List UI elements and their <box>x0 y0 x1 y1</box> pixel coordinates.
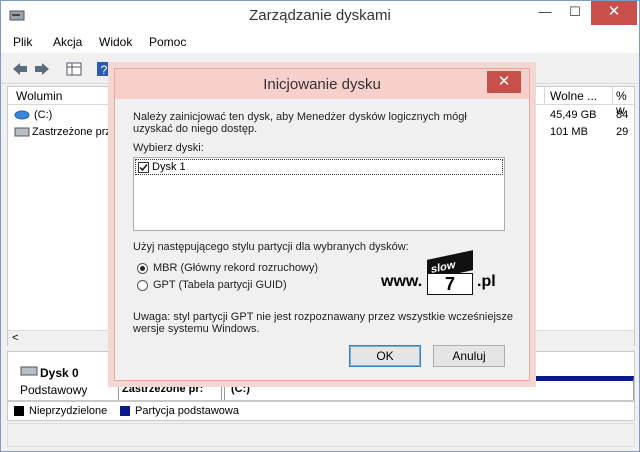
minimize-button[interactable]: — <box>531 1 559 25</box>
menu-akcja[interactable]: Akcja <box>53 35 82 49</box>
menu-plik[interactable]: Plik <box>13 35 32 49</box>
gpt-label[interactable]: GPT (Tabela partycji GUID) <box>153 279 287 292</box>
help-icon[interactable]: ? <box>95 60 113 78</box>
ok-button[interactable]: OK <box>349 345 421 367</box>
column-wolumin[interactable]: Wolumin <box>16 89 62 103</box>
scroll-left-button[interactable]: < <box>12 332 18 344</box>
gpt-radio[interactable] <box>137 280 148 291</box>
close-button[interactable]: ✕ <box>591 1 637 25</box>
status-bar <box>7 423 635 447</box>
volume-name: (C:) <box>34 109 53 121</box>
partition-style-label: Użyj następującego stylu partycji dla wy… <box>133 241 409 253</box>
watermark-badge-number: 7 <box>427 273 473 295</box>
disk-item-label: Dysk 1 <box>152 161 186 173</box>
column-wolne[interactable]: Wolne ... <box>550 89 597 103</box>
legend-unallocated-label: Nieprzydzielone <box>29 405 108 417</box>
menu-pomoc[interactable]: Pomoc <box>149 35 186 49</box>
disk-icon <box>20 366 38 376</box>
back-arrow-icon[interactable] <box>11 60 29 78</box>
mbr-label[interactable]: MBR (Główny rekord rozruchowy) <box>153 262 318 275</box>
watermark-suffix: .pl <box>477 273 496 290</box>
menu-widok[interactable]: Widok <box>99 35 132 49</box>
maximize-button[interactable]: ☐ <box>561 1 589 25</box>
volume-percent: 29 <box>616 126 629 138</box>
volume-free: 101 MB <box>550 126 588 138</box>
gpt-note-line2: wersje systemu Windows. <box>133 323 260 335</box>
select-disks-label: Wybierz dyski: <box>133 142 204 154</box>
forward-arrow-icon[interactable] <box>33 60 51 78</box>
volume-drive-icon <box>14 110 30 120</box>
cancel-button[interactable]: Anuluj <box>433 345 505 367</box>
partition-reserved-label: Zastrzeżone pr: <box>122 383 204 395</box>
menu-bar: Plik Akcja Widok Pomoc <box>1 31 639 53</box>
legend-primary-swatch <box>120 406 130 416</box>
disk-listbox[interactable]: Dysk 1 <box>133 157 505 231</box>
properties-grid-icon[interactable] <box>65 60 83 78</box>
dialog-close-button[interactable]: ✕ <box>487 71 521 93</box>
partition-c-label: (C:) <box>231 383 250 395</box>
column-separator[interactable] <box>544 87 545 105</box>
watermark-prefix: www. <box>381 273 423 290</box>
dialog-title-bar: Inicjowanie dysku ✕ <box>115 69 529 99</box>
legend-unallocated-swatch <box>14 406 24 416</box>
mbr-radio[interactable] <box>137 263 148 274</box>
volume-name: Zastrzeżone prze <box>32 126 117 138</box>
title-bar: Zarządzanie dyskami — ☐ ✕ <box>1 1 639 31</box>
disk-checkbox[interactable] <box>138 162 149 173</box>
disk-label: Dysk 0 <box>40 366 79 380</box>
dialog-body: Należy zainicjować ten dysk, aby Menedże… <box>115 99 529 380</box>
volume-drive-icon <box>14 127 30 137</box>
svg-text:?: ? <box>101 63 108 77</box>
disk-list-item[interactable]: Dysk 1 <box>135 159 503 175</box>
dialog-title: Inicjowanie dysku <box>263 76 381 93</box>
initialize-disk-dialog: Inicjowanie dysku ✕ Należy zainicjować t… <box>114 68 530 381</box>
dialog-intro-line2: uzyskać do niego dostęp. <box>133 123 258 135</box>
legend-primary-label: Partycja podstawowa <box>135 405 239 417</box>
disk-type: Podstawowy <box>20 383 88 397</box>
volume-percent: 84 <box>616 109 629 121</box>
column-separator[interactable] <box>612 87 613 105</box>
watermark-badge: slow 7 <box>427 250 473 295</box>
volume-free: 45,49 GB <box>550 109 597 121</box>
legend-bar: Nieprzydzielone Partycja podstawowa <box>7 401 635 421</box>
